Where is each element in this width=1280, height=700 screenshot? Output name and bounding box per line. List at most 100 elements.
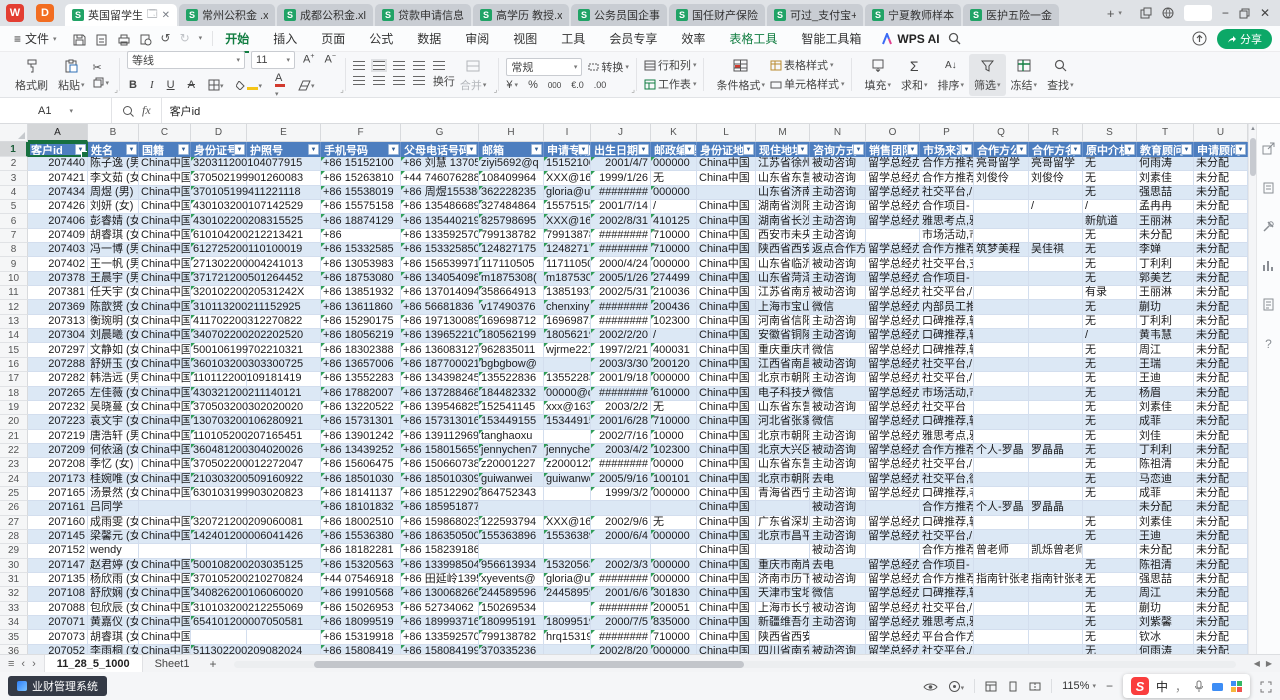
cell-J32[interactable]: 2001/6/6 bbox=[591, 587, 651, 601]
row-number[interactable]: 12 bbox=[0, 300, 28, 314]
cell-A17[interactable]: 207282 bbox=[28, 372, 88, 386]
cell-J16[interactable]: 2003/3/30 bbox=[591, 358, 651, 372]
new-tab-button[interactable]: +▾ bbox=[1099, 0, 1130, 26]
cell-T36[interactable]: 何雨涛 bbox=[1137, 645, 1194, 654]
cell-M9[interactable]: 山东省临沂 bbox=[756, 257, 810, 271]
cell-K8[interactable]: 710000 bbox=[651, 243, 697, 257]
filter-dropdown-icon[interactable]: ▼ bbox=[388, 144, 399, 155]
cell-C29[interactable] bbox=[139, 544, 191, 558]
cell-S34[interactable]: 无 bbox=[1083, 616, 1137, 630]
cell-B11[interactable]: 任天宇 (女 bbox=[88, 286, 139, 300]
cell-P25[interactable]: 口碑推荐,老 bbox=[920, 487, 974, 501]
cell-B28[interactable]: 梁馨元 (女 bbox=[88, 530, 139, 544]
filter-dropdown-icon[interactable]: ▼ bbox=[531, 144, 542, 155]
cell-K4[interactable]: 000000 bbox=[651, 186, 697, 200]
wrap-text-button[interactable]: 换行 bbox=[433, 73, 455, 89]
sheet-tab-Sheet1[interactable]: Sheet1 bbox=[143, 655, 202, 673]
filter-dropdown-icon[interactable]: ▼ bbox=[743, 144, 754, 155]
cell-J15[interactable]: 1997/2/21 bbox=[591, 343, 651, 357]
cell-K32[interactable]: 301830 bbox=[651, 587, 697, 601]
cell-N2[interactable]: 被动咨询 bbox=[810, 157, 866, 171]
cell-U32[interactable]: 未分配 bbox=[1194, 587, 1248, 601]
cell-R23[interactable] bbox=[1029, 458, 1083, 472]
cell-U31[interactable]: 未分配 bbox=[1194, 573, 1248, 587]
cell-F16[interactable]: +86 13657006 bbox=[321, 358, 401, 372]
cell-J35[interactable]: ######## bbox=[591, 630, 651, 644]
align-bottom-icon[interactable] bbox=[393, 61, 405, 70]
cell-J36[interactable]: 2002/8/20 bbox=[591, 645, 651, 654]
format-painter-button[interactable]: 格式刷 bbox=[10, 54, 53, 96]
cell-T23[interactable]: 陈祖清 bbox=[1137, 458, 1194, 472]
cell-N34[interactable]: 主动咨询 bbox=[810, 616, 866, 630]
cell-I25[interactable] bbox=[544, 487, 591, 501]
cell-O5[interactable]: 留学总经办 bbox=[866, 200, 920, 214]
sidebar-form-icon[interactable] bbox=[1262, 298, 1275, 311]
cell-H27[interactable]: 122593794 bbox=[479, 516, 544, 530]
cell-Q26[interactable]: 个人-罗晶 bbox=[974, 501, 1029, 515]
cell-B27[interactable]: 成雨雯 (女 bbox=[88, 516, 139, 530]
strikethrough-button[interactable]: A bbox=[186, 79, 197, 91]
wps-ai-button[interactable]: WPS AI bbox=[873, 32, 947, 46]
cell-U11[interactable]: 未分配 bbox=[1194, 286, 1248, 300]
row-number[interactable]: 30 bbox=[0, 559, 28, 573]
cell-F28[interactable]: +86 15536380 bbox=[321, 530, 401, 544]
row-number[interactable]: 33 bbox=[0, 602, 28, 616]
freeze-button[interactable]: 冻结▾ bbox=[1006, 54, 1043, 96]
cell-F4[interactable]: +86 15538019 bbox=[321, 186, 401, 200]
cell-K33[interactable]: 200051 bbox=[651, 602, 697, 616]
cell-Q13[interactable] bbox=[974, 315, 1029, 329]
cell-Q18[interactable] bbox=[974, 387, 1029, 401]
cell-G6[interactable]: +86 1354402198 bbox=[401, 214, 479, 228]
reading-mode-icon[interactable]: ▾ bbox=[948, 679, 965, 693]
cell-D5[interactable]: 430103200107142529 bbox=[191, 200, 247, 214]
cell-K16[interactable]: 200120 bbox=[651, 358, 697, 372]
row-number[interactable]: 16 bbox=[0, 358, 28, 372]
cell-F25[interactable]: +86 18141137 bbox=[321, 487, 401, 501]
cell-F2[interactable]: +86 15152100 bbox=[321, 157, 401, 171]
filter-dropdown-icon[interactable]: ▼ bbox=[961, 144, 972, 155]
zoom-level[interactable]: 115%▾ bbox=[1062, 680, 1096, 692]
convert-button[interactable]: 转换▾ bbox=[588, 59, 629, 75]
cell-K35[interactable]: 710000 bbox=[651, 630, 697, 644]
row-number[interactable]: 28 bbox=[0, 530, 28, 544]
row-number[interactable]: 21 bbox=[0, 430, 28, 444]
cell-C20[interactable]: China中国 bbox=[139, 415, 191, 429]
cell-T28[interactable]: 王迪 bbox=[1137, 530, 1194, 544]
cell-R14[interactable] bbox=[1029, 329, 1083, 343]
cell-F29[interactable]: +86 18182281 bbox=[321, 544, 401, 558]
cell-O32[interactable]: 留学总经办 bbox=[866, 587, 920, 601]
column-header-P[interactable]: P bbox=[920, 124, 974, 142]
cell-N26[interactable]: 被动咨询 bbox=[810, 501, 866, 515]
cell-I29[interactable] bbox=[544, 544, 591, 558]
cell-Q11[interactable] bbox=[974, 286, 1029, 300]
cell-J22[interactable]: 2003/4/2 bbox=[591, 444, 651, 458]
cell-U4[interactable]: 未分配 bbox=[1194, 186, 1248, 200]
cell-S27[interactable]: 无 bbox=[1083, 516, 1137, 530]
cell-U34[interactable]: 未分配 bbox=[1194, 616, 1248, 630]
cell-N33[interactable]: 被动咨询 bbox=[810, 602, 866, 616]
cell-O7[interactable] bbox=[866, 229, 920, 243]
cell-S29[interactable] bbox=[1083, 544, 1137, 558]
cell-N5[interactable]: 主动咨询 bbox=[810, 200, 866, 214]
cell-K5[interactable]: / bbox=[651, 200, 697, 214]
cell-S33[interactable]: 无 bbox=[1083, 602, 1137, 616]
cell-J20[interactable]: 2001/6/28 bbox=[591, 415, 651, 429]
cell-C35[interactable]: China中国 bbox=[139, 630, 191, 644]
cell-O17[interactable]: 留学总经办 bbox=[866, 372, 920, 386]
cell-Q27[interactable] bbox=[974, 516, 1029, 530]
cell-P13[interactable]: 口碑推荐,转 bbox=[920, 315, 974, 329]
row-number[interactable]: 26 bbox=[0, 501, 28, 515]
cell-J17[interactable]: 2001/9/18 bbox=[591, 372, 651, 386]
cell-R11[interactable] bbox=[1029, 286, 1083, 300]
cell-G36[interactable]: +86 1580841990 bbox=[401, 645, 479, 654]
cell-N9[interactable]: 被动咨询 bbox=[810, 257, 866, 271]
cell-F31[interactable]: +44 07546918 bbox=[321, 573, 401, 587]
formula-input[interactable]: 客户id bbox=[161, 98, 1280, 123]
cell-K34[interactable]: 835000 bbox=[651, 616, 697, 630]
cell-P31[interactable]: 合作方推荐 bbox=[920, 573, 974, 587]
cell-S32[interactable]: 无 bbox=[1083, 587, 1137, 601]
cell-M33[interactable]: 上海市长宁 bbox=[756, 602, 810, 616]
cell-F13[interactable]: +86 15290175 bbox=[321, 315, 401, 329]
cell-L19[interactable]: China中国 bbox=[697, 401, 756, 415]
cell-U22[interactable]: 未分配 bbox=[1194, 444, 1248, 458]
